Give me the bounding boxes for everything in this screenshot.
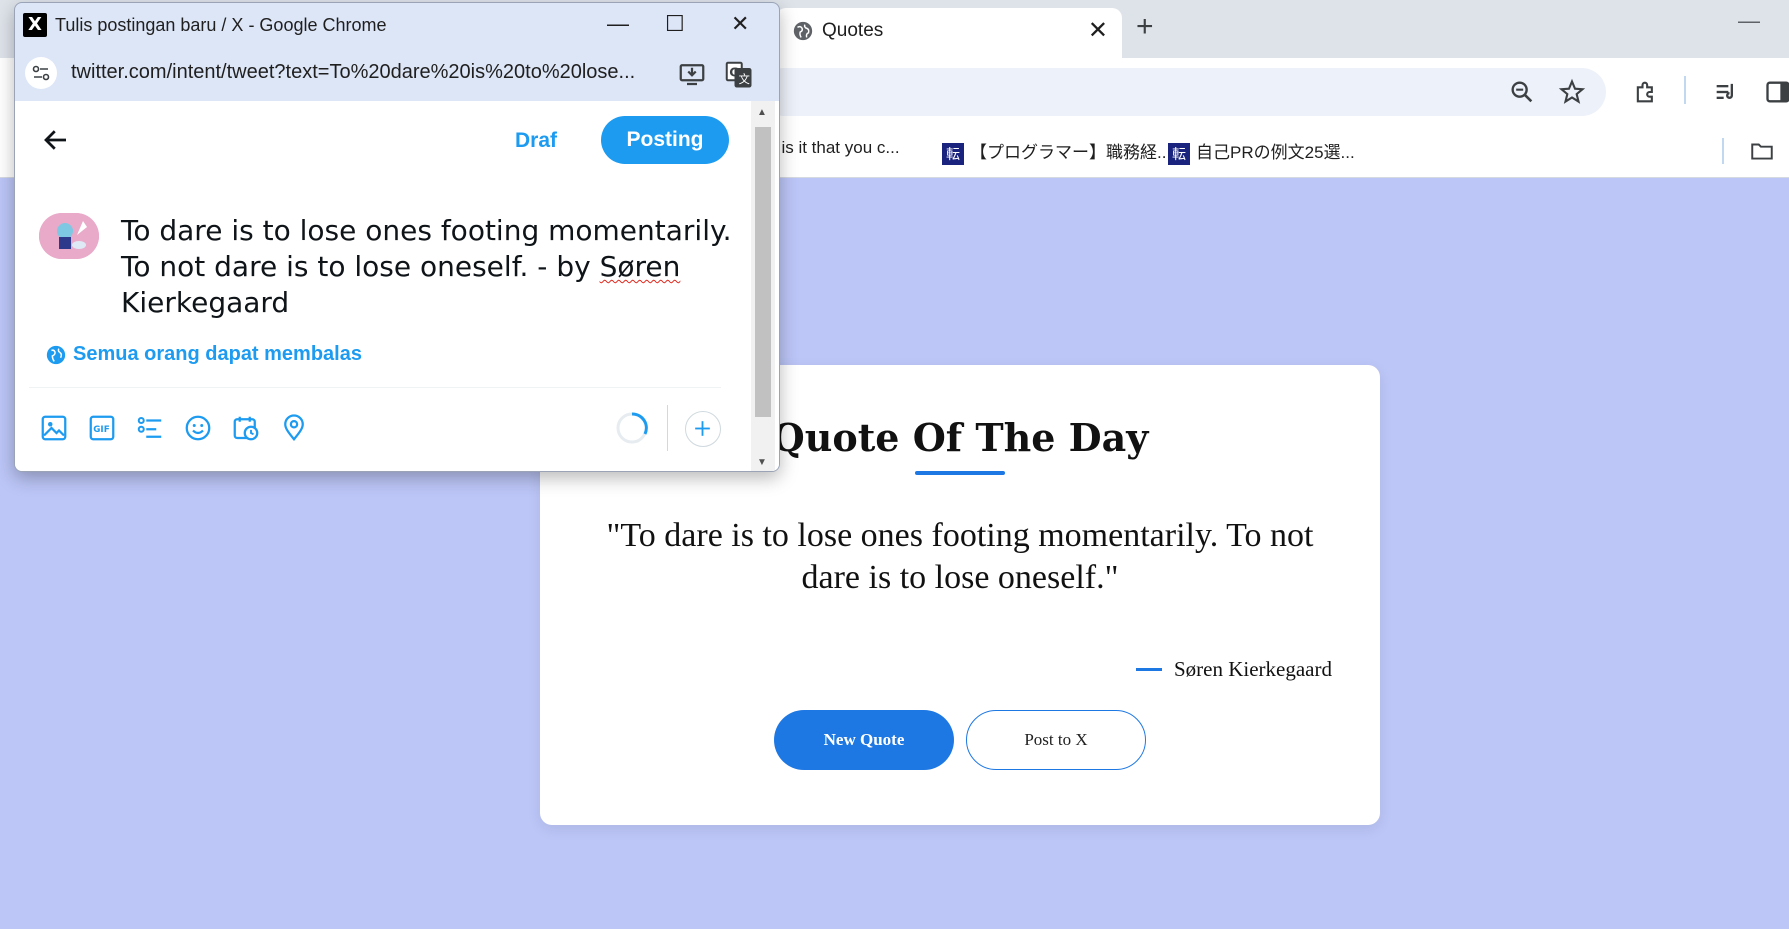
add-post-button[interactable] (685, 411, 721, 447)
globe-icon (46, 345, 66, 364)
media-control-icon[interactable] (1712, 78, 1740, 106)
tweet-text-tail: Kierkegaard (121, 286, 290, 319)
gif-icon[interactable]: GIF (87, 413, 117, 443)
window-minimize-button[interactable]: — (607, 11, 629, 37)
new-tab-button[interactable]: + (1136, 10, 1154, 44)
post-to-x-button[interactable]: Post to X (966, 710, 1146, 770)
draft-button[interactable]: Draf (515, 129, 557, 153)
toolbar-divider (1684, 76, 1686, 104)
bookmark-label: t is it that you c... (772, 138, 900, 157)
bookmarks-divider (1722, 138, 1724, 164)
popup-titlebar: X Tulis postingan baru / X - Google Chro… (15, 3, 779, 47)
tab-close-icon[interactable]: ✕ (1088, 16, 1108, 45)
back-arrow-icon[interactable] (41, 125, 71, 155)
globe-icon (793, 21, 813, 41)
window-close-button[interactable]: ✕ (731, 11, 749, 37)
toolbar-separator (667, 405, 668, 451)
folder-icon[interactable] (1748, 138, 1776, 164)
author-name: Søren Kierkegaard (1173, 657, 1332, 681)
bookmark-item[interactable]: t is it that you c... (772, 138, 900, 158)
author-dash (1135, 668, 1162, 671)
scroll-up-arrow-icon[interactable]: ▲ (757, 107, 767, 118)
side-panel-icon[interactable] (1764, 78, 1789, 106)
gif-label: GIF (93, 425, 109, 435)
tab-title: Quotes (822, 20, 884, 41)
popup-url[interactable]: twitter.com/intent/tweet?text=To%20dare%… (71, 61, 635, 84)
quote-text: "To dare is to lose ones footing momenta… (606, 517, 1314, 596)
compose-popup-window: X Tulis postingan baru / X - Google Chro… (14, 2, 780, 472)
emoji-icon[interactable] (183, 413, 213, 443)
character-count-ring (616, 412, 648, 444)
zoom-icon[interactable] (1508, 78, 1536, 106)
schedule-icon[interactable] (231, 413, 261, 443)
install-app-icon[interactable] (677, 59, 707, 89)
site-settings-icon[interactable] (25, 57, 57, 89)
bookmark-label: 自己PRの例文25選... (1196, 143, 1355, 162)
tab-quotes[interactable]: Quotes ✕ (776, 8, 1122, 60)
image-icon[interactable] (39, 413, 69, 443)
bookmark-star-icon[interactable] (1558, 78, 1586, 106)
extensions-icon[interactable] (1632, 78, 1660, 106)
reply-setting-button[interactable]: Semua orang dapat membalas (45, 343, 362, 366)
bookmark-label: 【プログラマー】職務経... (970, 143, 1172, 162)
minimize-button[interactable]: — (1738, 8, 1760, 34)
window-title: Tulis postingan baru / X - Google Chrome (55, 15, 387, 35)
author-row: Søren Kierkegaard (1135, 657, 1332, 682)
bookmark-favicon: 転 (942, 142, 964, 165)
plus-icon (695, 421, 710, 436)
bookmark-item[interactable]: 転自己PRの例文25選... (1168, 138, 1355, 165)
spellcheck-flagged-word: Søren (599, 250, 681, 283)
title-underline (915, 471, 1005, 475)
avatar[interactable] (39, 213, 99, 259)
location-icon[interactable] (279, 413, 309, 443)
divider (29, 387, 721, 388)
poll-icon[interactable] (135, 413, 165, 443)
address-bar[interactable] (760, 68, 1606, 116)
tweet-text-input[interactable]: To dare is to lose ones footing momentar… (121, 213, 741, 321)
scrollbar-thumb[interactable] (755, 127, 771, 417)
new-quote-button[interactable]: New Quote (774, 710, 954, 770)
scroll-down-arrow-icon[interactable]: ▼ (757, 457, 767, 468)
x-logo-icon: X (23, 13, 47, 37)
window-maximize-button[interactable]: ☐ (665, 11, 685, 37)
compose-tweet-panel: Draf Posting To dare is to lose ones foo… (15, 101, 779, 471)
post-button[interactable]: Posting (601, 116, 729, 164)
reply-setting-label: Semua orang dapat membalas (73, 343, 362, 365)
bookmark-item[interactable]: 転【プログラマー】職務経... (942, 138, 1171, 165)
translate-icon[interactable]: G 文 (723, 59, 753, 89)
bookmark-favicon: 転 (1168, 142, 1190, 165)
svg-text:文: 文 (739, 72, 750, 86)
popup-url-bar: twitter.com/intent/tweet?text=To%20dare%… (15, 47, 779, 99)
popup-scrollbar[interactable]: ▲ ▼ (751, 101, 775, 471)
